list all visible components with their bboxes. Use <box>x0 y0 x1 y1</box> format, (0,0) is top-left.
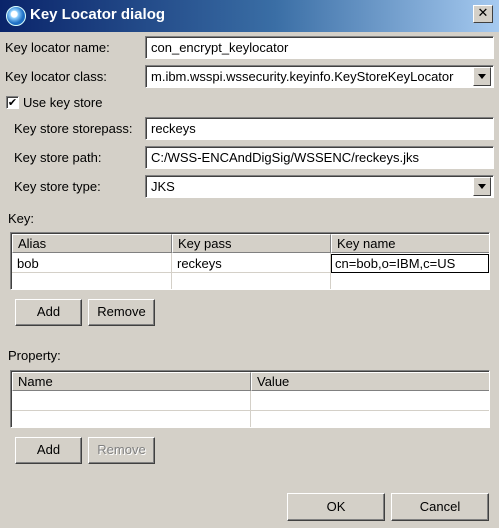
property-section-label: Property: <box>8 348 61 363</box>
key-locator-class-label: Key locator class: <box>5 69 107 84</box>
key-pass-cell[interactable]: reckeys <box>172 255 330 271</box>
key-store-path-input[interactable]: C:/WSS-ENCAndDigSig/WSSENC/reckeys.jks <box>145 146 494 169</box>
key-store-storepass-label: Key store storepass: <box>14 121 133 136</box>
property-table[interactable]: Name Value <box>10 370 490 428</box>
key-name-edit-cell[interactable]: cn=bob,o=IBM,c=US <box>331 254 489 273</box>
row-divider <box>12 410 489 411</box>
key-store-type-value: JKS <box>151 179 175 194</box>
key-store-type-combo[interactable]: JKS <box>145 175 494 198</box>
key-store-storepass-input[interactable]: reckeys <box>145 117 494 140</box>
title-bar: Key Locator dialog ✕ <box>0 0 499 32</box>
key-store-path-label: Key store path: <box>14 150 102 165</box>
row-divider <box>12 427 490 428</box>
window-title: Key Locator dialog <box>30 6 166 23</box>
column-header-key-name[interactable]: Key name <box>331 234 489 253</box>
column-header-name[interactable]: Name <box>12 372 251 391</box>
column-header-value[interactable]: Value <box>251 372 489 391</box>
use-key-store-checkbox[interactable]: ✔ <box>6 96 19 109</box>
remove-property-button: Remove <box>88 437 155 464</box>
key-locator-name-label: Key locator name: <box>5 40 110 55</box>
key-store-type-label: Key store type: <box>14 179 101 194</box>
key-locator-class-combo[interactable]: m.ibm.wsspi.wssecurity.keyinfo.KeyStoreK… <box>145 65 494 88</box>
column-header-alias[interactable]: Alias <box>12 234 172 253</box>
column-header-key-pass[interactable]: Key pass <box>172 234 331 253</box>
cancel-button[interactable]: Cancel <box>391 493 489 521</box>
key-locator-class-dropdown-button[interactable] <box>473 67 491 86</box>
use-key-store-label: Use key store <box>23 95 103 110</box>
add-key-button[interactable]: Add <box>15 299 82 326</box>
key-locator-class-value: m.ibm.wsspi.wssecurity.keyinfo.KeyStoreK… <box>151 69 454 84</box>
key-table[interactable]: Alias Key pass Key name bob reckeys cn=b… <box>10 232 490 290</box>
key-section-label: Key: <box>8 211 35 226</box>
row-divider <box>12 289 490 290</box>
alias-cell[interactable]: bob <box>12 255 171 271</box>
key-locator-name-input[interactable]: con_encrypt_keylocator <box>145 36 494 59</box>
app-icon <box>6 6 26 26</box>
key-store-type-dropdown-button[interactable] <box>473 177 491 196</box>
add-property-button[interactable]: Add <box>15 437 82 464</box>
ok-button[interactable]: OK <box>287 493 385 521</box>
close-button[interactable]: ✕ <box>473 5 493 23</box>
remove-key-button[interactable]: Remove <box>88 299 155 326</box>
checkmark-icon: ✔ <box>7 96 18 109</box>
